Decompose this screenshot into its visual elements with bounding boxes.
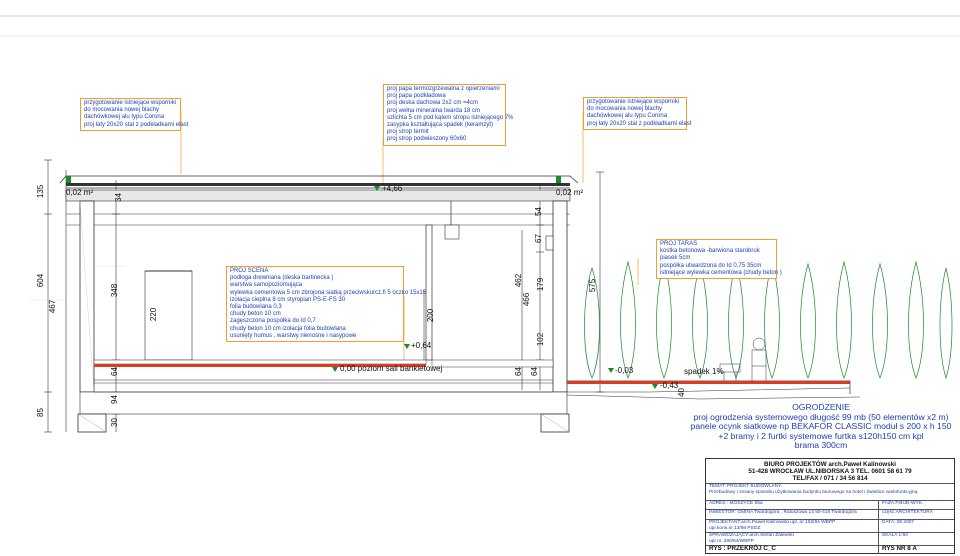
note-line: kostka betonowa -barwiona starobruk bbox=[660, 248, 760, 255]
dim-34: 34 bbox=[113, 193, 123, 202]
note-line: proj strop termit bbox=[387, 129, 429, 136]
note-line: chudy beton 10 cm bbox=[230, 311, 281, 318]
dim-575: 575 bbox=[588, 278, 598, 293]
dim-200: 200 bbox=[426, 308, 436, 323]
dim-40: 40 bbox=[676, 388, 686, 397]
note-line: izolacja cieplna 8 cm styropian PS-E-FS … bbox=[230, 296, 346, 303]
dim-466: 466 bbox=[522, 292, 532, 307]
fence-line: brama 300cm bbox=[794, 440, 848, 451]
phase-cell: FAZA:P.BUD-WYK. bbox=[878, 501, 954, 509]
dim-135: 135 bbox=[36, 184, 46, 199]
dim-64a: 64 bbox=[109, 367, 119, 376]
dim-85: 85 bbox=[35, 408, 45, 417]
note-line: pospółka utwardzona do Id 0,75 35cm bbox=[660, 262, 762, 269]
office-name: BIURO PROJEKTÓW arch.Paweł Kalinowski bbox=[764, 461, 896, 468]
drawing-row: RYS : PRZEKRÓJ C_C RYS NR 8 A bbox=[706, 545, 954, 554]
note-line: zagęszczona pospółka do Id 0,7 bbox=[230, 318, 316, 325]
note-left-roof: przygotowanie istniejące wsporniki do mo… bbox=[80, 98, 189, 131]
office-address: 51-428 WROCŁAW UL.NIBORSKA 3 TEL. 0601 5… bbox=[748, 468, 912, 475]
note-line: do mocowania nowej blachy bbox=[587, 106, 663, 113]
fence-description: OGRODZENIE proj ogrodzenia systemowego d… bbox=[690, 402, 952, 451]
note-line: przygotowanie istniejące wsporniki bbox=[84, 100, 177, 106]
investor-row: INWESTOR: GMINA Twardogóra , Ratuszowa 1… bbox=[706, 509, 954, 519]
note-line: folia budowlana 0,3 bbox=[230, 304, 282, 311]
drawing-number: RYS NR 8 A bbox=[882, 545, 917, 552]
note-line: do mocowania nowej blachy bbox=[84, 107, 160, 114]
level-top-label: +4,66 bbox=[382, 184, 403, 193]
note-line: zasypka kształtująca spadek (keramzyt) bbox=[387, 122, 494, 129]
dim-64b: 64 bbox=[513, 367, 523, 376]
slope-note-label: spadek 1% bbox=[684, 367, 724, 376]
level-ground-label: -0,43 bbox=[660, 381, 679, 390]
dim-94: 94 bbox=[109, 395, 119, 404]
dim-30: 30 bbox=[109, 418, 119, 427]
roof bbox=[59, 175, 579, 226]
note-line: proj strop podwieszony 60x60 bbox=[387, 136, 467, 143]
note-line: warstwa samopoziomująca bbox=[230, 282, 303, 289]
dim-102: 102 bbox=[536, 332, 546, 347]
scale-cell: SKALA 1:50 bbox=[878, 533, 954, 545]
note-line: proj papa podkładowa bbox=[387, 93, 446, 100]
phase-text: FAZA:P.BUD-WYK. bbox=[882, 501, 924, 506]
dim-67: 67 bbox=[533, 234, 543, 243]
note-line: proj łaty 20x20 stal z podkładkami elast bbox=[587, 120, 692, 127]
note-line: proj wełna mineralna twarda 18 cm bbox=[387, 107, 481, 114]
dim-64c: 64 bbox=[529, 367, 539, 376]
date-text: DATA: 09 2007 bbox=[882, 520, 915, 525]
note-line: proj łaty 20x20 stal z podkładkami elast bbox=[84, 121, 189, 128]
note-roof-layers: proj papa termozgrzewalna z opierzeniami… bbox=[383, 84, 514, 146]
level-zero-label: 0,00 poziom sali bankietowej bbox=[340, 364, 443, 373]
note-line: podłoga drewniana (deska bartinecka ) bbox=[230, 275, 334, 282]
level-terrace-label: -0,03 bbox=[615, 366, 634, 375]
dim-54: 54 bbox=[533, 207, 543, 216]
topic-row: TEMAT: PROJEKT BUDOWLANY Przebudowy i zm… bbox=[706, 483, 954, 500]
slope-left-label: 0,02 m² bbox=[66, 188, 94, 197]
drawing-title: RYS : PRZEKRÓJ C_C bbox=[709, 545, 776, 552]
dim-220: 220 bbox=[149, 307, 159, 322]
note-line: szlichta 5 cm pod kątem stropu istniejąc… bbox=[387, 114, 514, 121]
floor-slabs bbox=[79, 359, 568, 415]
address-text: ADRES : MOSZYCE 55a bbox=[709, 501, 763, 506]
part-text: część:ARCHITEKTURA bbox=[882, 510, 933, 515]
note-line: piasek 5cm bbox=[660, 255, 691, 262]
note-line: proj papa termozgrzewalna z opierzeniami bbox=[387, 86, 500, 92]
office-fax: TEL/FAX / 071 / 34 56 814 bbox=[792, 475, 868, 482]
foundations bbox=[77, 413, 570, 433]
scale-text: SKALA 1:50 bbox=[882, 533, 908, 538]
note-line: istniejące wylewka cementowa (chudy beto… bbox=[660, 269, 782, 276]
part-cell: część:ARCHITEKTURA bbox=[878, 510, 954, 519]
date-cell: DATA: 09 2007 bbox=[878, 520, 954, 532]
note-line: dachówkowej alu typu Corona bbox=[587, 113, 668, 120]
note-line: wylewka cementowa 5 cm zbrojona siatką p… bbox=[230, 289, 427, 296]
note-line: proj deska dachowa 2x2 cm =4cm bbox=[387, 100, 478, 107]
designer-row: PROJEKTANT:arch.Paweł Kalinowski upr. nr… bbox=[706, 519, 954, 532]
note-line: PROJ TARAS bbox=[660, 241, 698, 247]
slope-right-label: 0,02 m² bbox=[556, 188, 584, 197]
note-stage: PROJ SCENA podłoga drewniana (deska bart… bbox=[226, 266, 427, 343]
note-line: chudy beton 10 cm izolacja folia budowla… bbox=[230, 325, 346, 332]
dim-179: 179 bbox=[536, 277, 546, 292]
office-header: BIURO PROJEKTÓW arch.Paweł Kalinowski 51… bbox=[706, 459, 954, 482]
cypress-trees bbox=[584, 260, 953, 380]
title-block: BIURO PROJEKTÓW arch.Paweł Kalinowski 51… bbox=[705, 458, 955, 554]
level-stage-label: +0,64 bbox=[411, 341, 432, 350]
topic-text: Przebudowy i zmiany sposobu użytkowania … bbox=[709, 490, 918, 495]
note-right-roof: przygotowanie istniejące wsporniki do mo… bbox=[583, 97, 692, 130]
note-line: PROJ SCENA bbox=[230, 268, 269, 274]
number-cell: RYS NR 8 A bbox=[878, 545, 954, 554]
terrace bbox=[566, 380, 861, 400]
dim-467: 467 bbox=[48, 299, 58, 314]
note-line: usunięty humus , warstwy nienośne i nasy… bbox=[230, 332, 357, 339]
note-line: przygotowanie istniejące wsporniki bbox=[587, 99, 680, 105]
note-line: dachówkowej alu typu Corona bbox=[84, 114, 165, 121]
checker-row: SPRAWDZAJĄCY:arch.Stefan Zalewski upr.nr… bbox=[706, 532, 954, 545]
dim-462: 462 bbox=[514, 273, 524, 288]
note-terrace: PROJ TARAS kostka betonowa -barwiona sta… bbox=[656, 239, 782, 280]
dim-348: 348 bbox=[110, 283, 120, 298]
investor-text: INWESTOR: GMINA Twardogóra , Ratuszowa 1… bbox=[709, 510, 857, 515]
dim-604: 604 bbox=[36, 273, 46, 288]
address-row: ADRES : MOSZYCE 55a FAZA:P.BUD-WYK. bbox=[706, 500, 954, 509]
